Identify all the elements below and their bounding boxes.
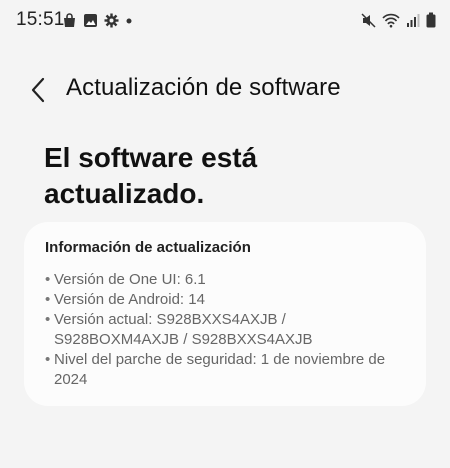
info-item-oneui-version: Versión de One UI: 6.1 (45, 270, 407, 290)
info-item-android-version: Versión de Android: 14 (45, 290, 407, 310)
update-status-headline: El software está actualizado. (44, 142, 258, 209)
image-icon (83, 13, 98, 28)
back-button[interactable] (22, 74, 54, 106)
chevron-left-icon (30, 77, 46, 103)
status-time: 15:51 (16, 9, 65, 30)
settings-gear-icon (104, 13, 119, 28)
status-bar: 15:51 (0, 0, 450, 40)
mute-icon (361, 12, 376, 28)
page-title: Actualización de software (66, 74, 341, 101)
status-left-icons (62, 13, 133, 28)
info-item-current-version: Versión actual: S928BXXS4AXJB / S928BOXM… (45, 310, 407, 350)
status-right-icons (361, 12, 436, 28)
notification-dot-icon (125, 13, 133, 28)
info-item-security-patch: Nivel del parche de seguridad: 1 de novi… (45, 350, 407, 390)
wifi-icon (382, 13, 400, 28)
info-list: Versión de One UI: 6.1 Versión de Androi… (45, 270, 407, 390)
app-bar: Actualización de software (0, 68, 450, 112)
update-info-card: Información de actualización Versión de … (24, 222, 426, 406)
signal-icon (406, 13, 420, 28)
battery-icon (426, 12, 436, 28)
card-title: Información de actualización (45, 239, 251, 256)
shopping-bag-icon (62, 13, 77, 28)
